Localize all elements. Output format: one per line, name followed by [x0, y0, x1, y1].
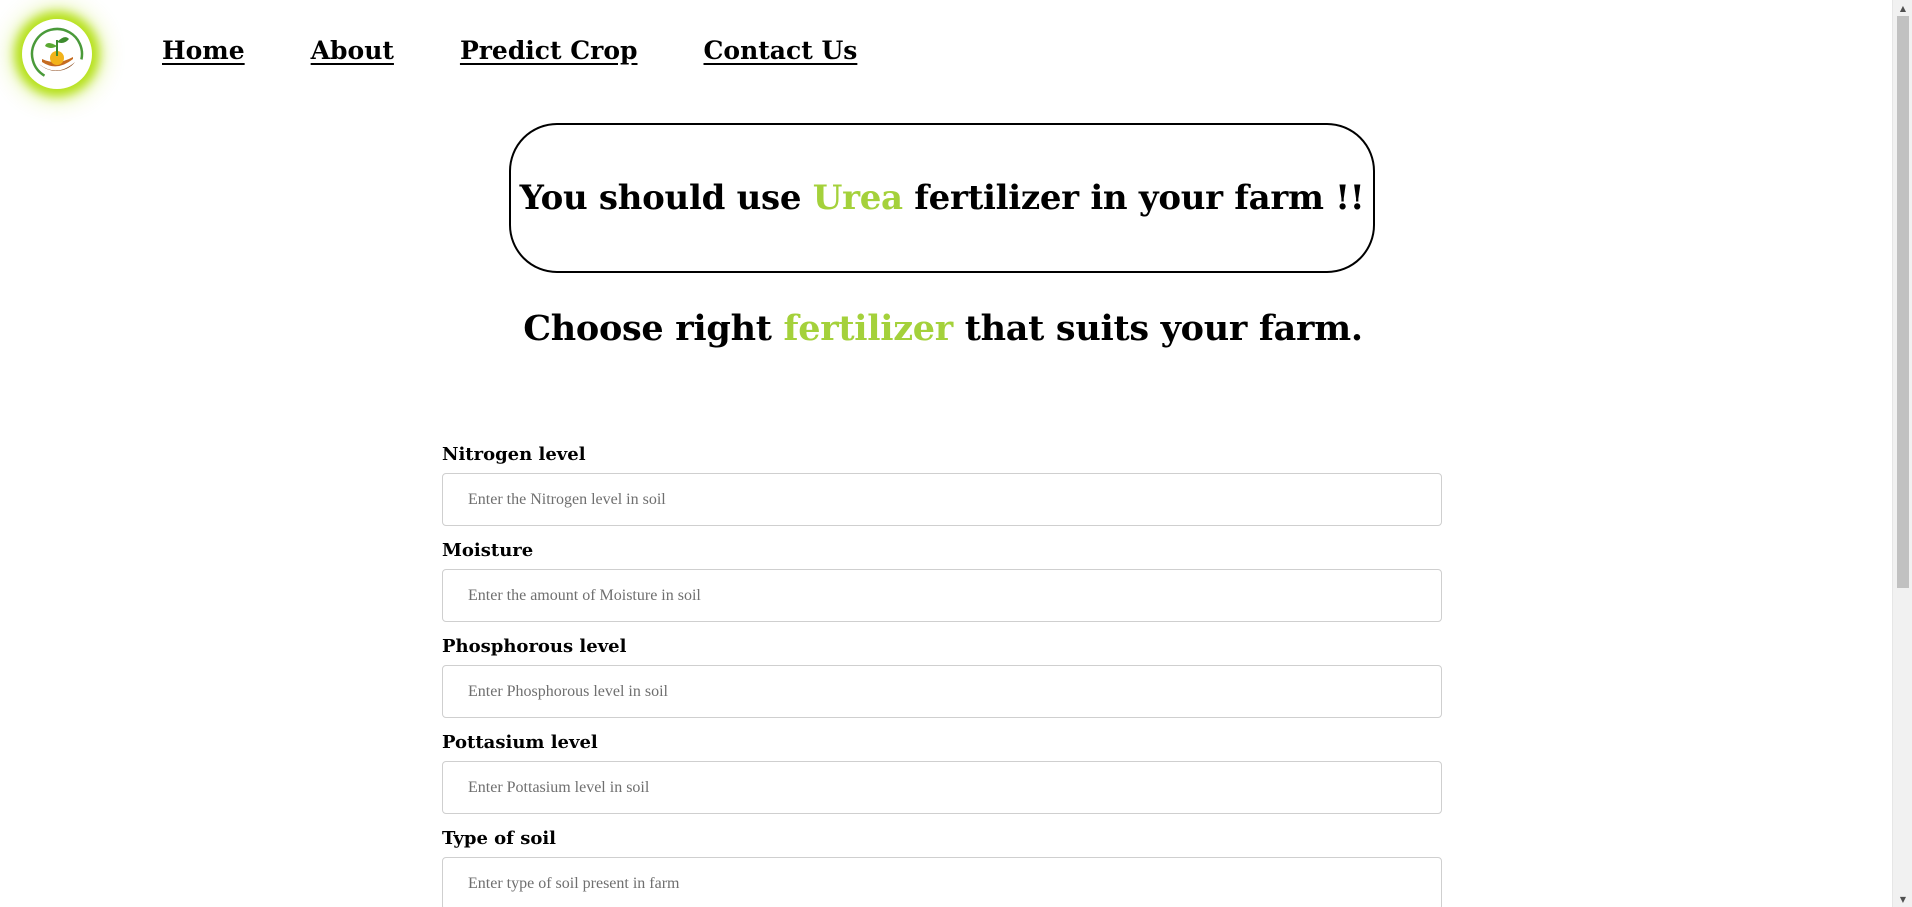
- pottasium-label: Pottasium level: [442, 732, 598, 753]
- nav-link-home[interactable]: Home: [162, 36, 245, 65]
- phosphorous-label: Phosphorous level: [442, 636, 627, 657]
- vertical-scrollbar[interactable]: ▲ ▼: [1892, 0, 1912, 907]
- nav-link-predict-crop[interactable]: Predict Crop: [460, 36, 638, 65]
- fertilizer-form: Nitrogen level Moisture Phosphorous leve…: [442, 444, 1442, 907]
- scrollbar-thumb[interactable]: [1897, 16, 1909, 588]
- moisture-input[interactable]: [442, 569, 1442, 622]
- page-subtitle: Choose right fertilizer that suits your …: [0, 308, 1886, 349]
- result-suffix: fertilizer in your farm !!: [902, 178, 1365, 218]
- moisture-label: Moisture: [442, 540, 534, 561]
- nitrogen-input[interactable]: [442, 473, 1442, 526]
- result-prefix: You should use: [519, 178, 813, 218]
- plant-sun-logo-icon: [30, 27, 84, 81]
- recommended-fertilizer: Urea: [812, 178, 903, 218]
- result-message: You should use Urea fertilizer in your f…: [520, 178, 1365, 218]
- result-box: You should use Urea fertilizer in your f…: [509, 123, 1375, 273]
- subtitle-highlight: fertilizer: [783, 308, 953, 349]
- soil-type-input[interactable]: [442, 857, 1442, 907]
- page: Home About Predict Crop Contact Us You s…: [0, 0, 1892, 907]
- nitrogen-label: Nitrogen level: [442, 444, 586, 465]
- nav-link-about[interactable]: About: [311, 36, 394, 65]
- scroll-down-arrow-icon[interactable]: ▼: [1893, 891, 1912, 907]
- nav-link-contact-us[interactable]: Contact Us: [704, 36, 858, 65]
- soil-type-label: Type of soil: [442, 828, 557, 849]
- phosphorous-input[interactable]: [442, 665, 1442, 718]
- logo[interactable]: [22, 19, 92, 89]
- main-nav: Home About Predict Crop Contact Us: [162, 36, 923, 65]
- subtitle-suffix: that suits your farm.: [952, 308, 1363, 349]
- subtitle-prefix: Choose right: [523, 308, 784, 349]
- scroll-up-arrow-icon[interactable]: ▲: [1893, 0, 1912, 16]
- pottasium-input[interactable]: [442, 761, 1442, 814]
